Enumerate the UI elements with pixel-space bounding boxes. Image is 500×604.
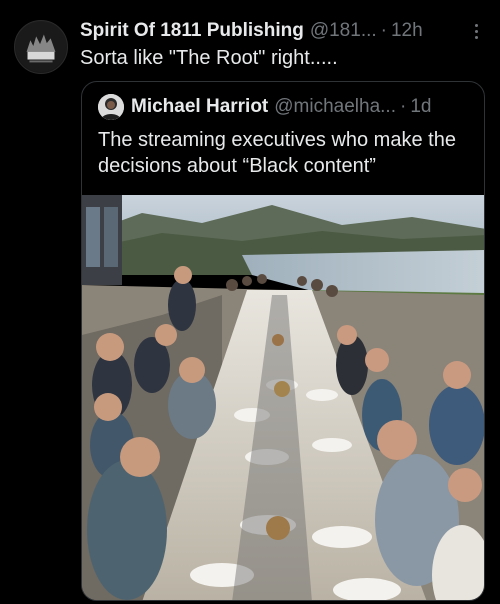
author-handle[interactable]: @181... [310,20,377,42]
more-vertical-icon[interactable] [466,19,486,43]
tweet-text: Sorta like "The Root" right..... [80,47,338,69]
tweet-header: Spirit Of 1811 Publishing @181... · 12h [80,19,486,43]
person-avatar-icon [98,94,124,120]
author-name[interactable]: Spirit Of 1811 Publishing [80,20,304,42]
tweet-photo[interactable] [82,195,484,600]
separator-dot: · [400,96,407,117]
quoted-author-name[interactable]: Michael Harriot [131,96,268,118]
separator-dot: · [380,20,387,41]
quoted-author-handle[interactable]: @michaelha... [274,96,396,118]
author-avatar[interactable] [14,20,68,74]
group-dinner-photo [82,195,484,600]
publisher-logo-icon [15,21,67,73]
tweet-timestamp[interactable]: 12h [391,20,423,42]
quoted-tweet-timestamp[interactable]: 1d [410,96,431,118]
tweet[interactable]: Spirit Of 1811 Publishing @181... · 12h … [0,0,500,604]
quoted-tweet-header: Michael Harriot @michaelha... · 1d [98,94,472,120]
quoted-tweet[interactable]: Michael Harriot @michaelha... · 1d The s… [81,81,485,601]
quoted-author-avatar[interactable] [98,94,124,120]
quoted-tweet-text: The streaming executives who make the de… [98,129,456,177]
